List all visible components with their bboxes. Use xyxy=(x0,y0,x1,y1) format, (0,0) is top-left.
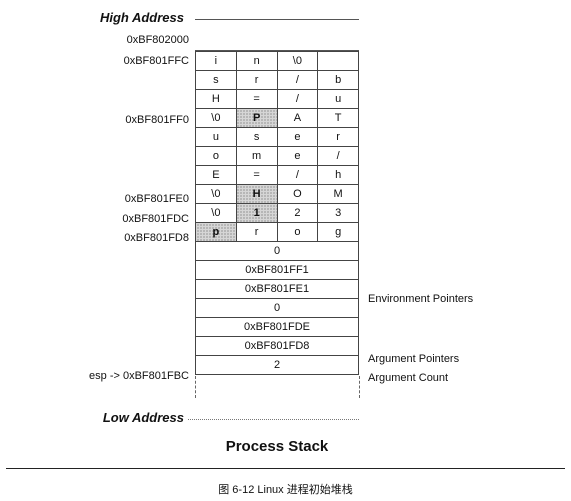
stack-byte-cell: o xyxy=(276,222,319,242)
stack-row: 0xBF801FE1 xyxy=(195,279,359,299)
stack-byte-cell: s xyxy=(195,70,237,90)
stack-continuation-left xyxy=(195,376,196,398)
stack-byte-cell: r xyxy=(317,127,359,147)
stack-word-cell: 2 xyxy=(195,355,359,375)
stack-row: 0 xyxy=(195,298,359,318)
top-address-label: 0xBF802000 xyxy=(126,34,189,46)
stack-byte-cell: = xyxy=(235,165,278,185)
low-address-line xyxy=(188,419,359,420)
stack-row: \0 P A T xyxy=(195,108,359,128)
stack-byte-cell: 2 xyxy=(276,203,319,223)
stack-byte-cell: / xyxy=(276,70,319,90)
stack-byte-cell: / xyxy=(276,89,319,109)
row-address-label: esp -> 0xBF801FBC xyxy=(89,370,189,382)
stack-row: E = / h xyxy=(195,165,359,185)
caption-divider xyxy=(6,468,565,469)
stack-row: o m e / xyxy=(195,146,359,166)
stack-row: 0xBF801FDE xyxy=(195,317,359,337)
stack-row: i n \0 xyxy=(195,51,359,71)
stack-byte-cell: H xyxy=(195,89,237,109)
stack-row: \0 H O M xyxy=(195,184,359,204)
stack-byte-cell: 3 xyxy=(317,203,359,223)
stack-continuation-right xyxy=(359,376,360,398)
stack-byte-cell: i xyxy=(195,51,237,71)
row-address-label: 0xBF801FE0 xyxy=(124,193,189,205)
stack-row: s r / b xyxy=(195,70,359,90)
stack-byte-cell: e xyxy=(276,146,319,166)
stack-byte-cell: \0 xyxy=(195,184,237,204)
stack-byte-cell: O xyxy=(276,184,319,204)
high-address-label: High Address xyxy=(99,10,184,25)
stack-byte-cell: H xyxy=(235,184,278,204)
stack-byte-cell: \0 xyxy=(276,51,319,71)
stack-row: 0xBF801FD8 xyxy=(195,336,359,356)
stack-byte-cell: / xyxy=(276,165,319,185)
process-stack-table: i n \0 s r / b H = / u \0 P A Tu s e r o m e / E = / h \0 H O M \0 1 2 3 p… xyxy=(195,51,359,375)
stack-byte-cell xyxy=(317,51,359,71)
stack-byte-cell: r xyxy=(235,70,278,90)
figure-caption: 图 6-12 Linux 进程初始堆栈 xyxy=(218,484,353,496)
stack-word-cell: 0xBF801FDE xyxy=(195,317,359,337)
stack-byte-cell: \0 xyxy=(195,203,237,223)
low-address-label: Low Address xyxy=(102,410,184,425)
row-right-label: Argument Pointers xyxy=(368,353,460,365)
stack-byte-cell: n xyxy=(235,51,278,71)
stack-word-cell: 0 xyxy=(195,298,359,318)
stack-byte-cell: s xyxy=(235,127,278,147)
stack-byte-cell: \0 xyxy=(195,108,237,128)
row-address-label: 0xBF801FDC xyxy=(122,213,189,225)
diagram-title: Process Stack xyxy=(225,438,329,455)
stack-byte-cell: h xyxy=(317,165,359,185)
row-address-label: 0xBF801FFC xyxy=(123,55,189,67)
stack-word-cell: 0 xyxy=(195,241,359,261)
stack-row: user xyxy=(195,127,359,147)
stack-byte-cell: T xyxy=(317,108,359,128)
stack-row: 0xBF801FF1 xyxy=(195,260,359,280)
row-right-label: Environment Pointers xyxy=(368,293,474,305)
stack-byte-cell: = xyxy=(235,89,278,109)
stack-row: \0 1 2 3 xyxy=(195,203,359,223)
stack-byte-cell: M xyxy=(317,184,359,204)
stack-byte-cell: o xyxy=(195,146,237,166)
high-address-line xyxy=(195,19,359,20)
stack-byte-cell: E xyxy=(195,165,237,185)
stack-byte-cell: b xyxy=(317,70,359,90)
stack-byte-cell: m xyxy=(235,146,278,166)
stack-row: 2 xyxy=(195,355,359,375)
stack-word-cell: 0xBF801FD8 xyxy=(195,336,359,356)
stack-word-cell: 0xBF801FE1 xyxy=(195,279,359,299)
stack-byte-cell: p xyxy=(195,222,237,242)
stack-byte-cell: / xyxy=(317,146,359,166)
row-address-label: 0xBF801FF0 xyxy=(125,114,189,126)
stack-byte-cell: A xyxy=(276,108,319,128)
stack-row: H = / u xyxy=(195,89,359,109)
stack-byte-cell: u xyxy=(195,127,237,147)
stack-byte-cell: e xyxy=(276,127,319,147)
stack-byte-cell: r xyxy=(235,222,278,242)
stack-byte-cell: u xyxy=(317,89,359,109)
row-address-label: 0xBF801FD8 xyxy=(124,232,189,244)
stack-row: prog xyxy=(195,222,359,242)
stack-word-cell: 0xBF801FF1 xyxy=(195,260,359,280)
stack-row: 0 xyxy=(195,241,359,261)
stack-byte-cell: 1 xyxy=(235,203,278,223)
stack-byte-cell: g xyxy=(317,222,359,242)
stack-byte-cell: P xyxy=(235,108,278,128)
row-right-label: Argument Count xyxy=(368,372,449,384)
